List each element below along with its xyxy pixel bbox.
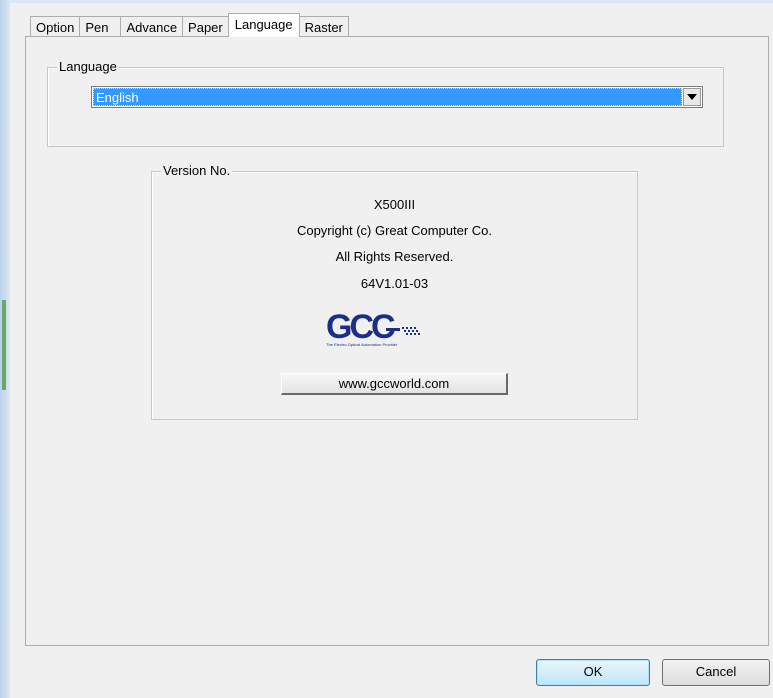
tab-raster[interactable]: Raster	[298, 16, 349, 37]
background-window-tab	[2, 300, 6, 390]
language-group-title: Language	[57, 59, 119, 75]
rights-text: All Rights Reserved.	[335, 249, 454, 264]
tab-option[interactable]: Option	[30, 16, 81, 37]
language-tab-panel: Language English Version No. X500III Cop…	[25, 36, 769, 646]
language-select[interactable]: English	[91, 86, 703, 108]
gcc-logo: GCC The Electro-Optical Automation Provi…	[326, 308, 430, 348]
version-number: 64V1.01-03	[360, 276, 429, 291]
logo-text: GCC	[326, 308, 395, 346]
ok-button[interactable]: OK	[536, 659, 650, 686]
tab-language[interactable]: Language	[227, 13, 300, 37]
language-groupbox: Language English	[47, 59, 724, 147]
language-selected-value[interactable]: English	[93, 88, 682, 106]
copyright-text: Copyright (c) Great Computer Co.	[296, 223, 493, 238]
logo-tagline: The Electro-Optical Automation Provider	[326, 342, 398, 347]
version-group-title: Version No.	[161, 163, 233, 179]
tab-paper[interactable]: Paper	[182, 16, 229, 37]
tab-strip: Option Pen Advance Paper Language Raster	[30, 13, 349, 37]
tab-advance[interactable]: Advance	[120, 16, 184, 37]
window-left-edge	[0, 0, 10, 698]
dropdown-arrow-icon[interactable]	[683, 88, 701, 106]
window-top-edge	[10, 0, 773, 3]
cancel-button[interactable]: Cancel	[662, 659, 770, 686]
website-button[interactable]: www.gccworld.com	[281, 373, 508, 395]
tab-pen[interactable]: Pen	[79, 16, 122, 37]
version-groupbox: Version No. X500III Copyright (c) Great …	[151, 163, 638, 420]
model-name: X500III	[373, 197, 416, 212]
